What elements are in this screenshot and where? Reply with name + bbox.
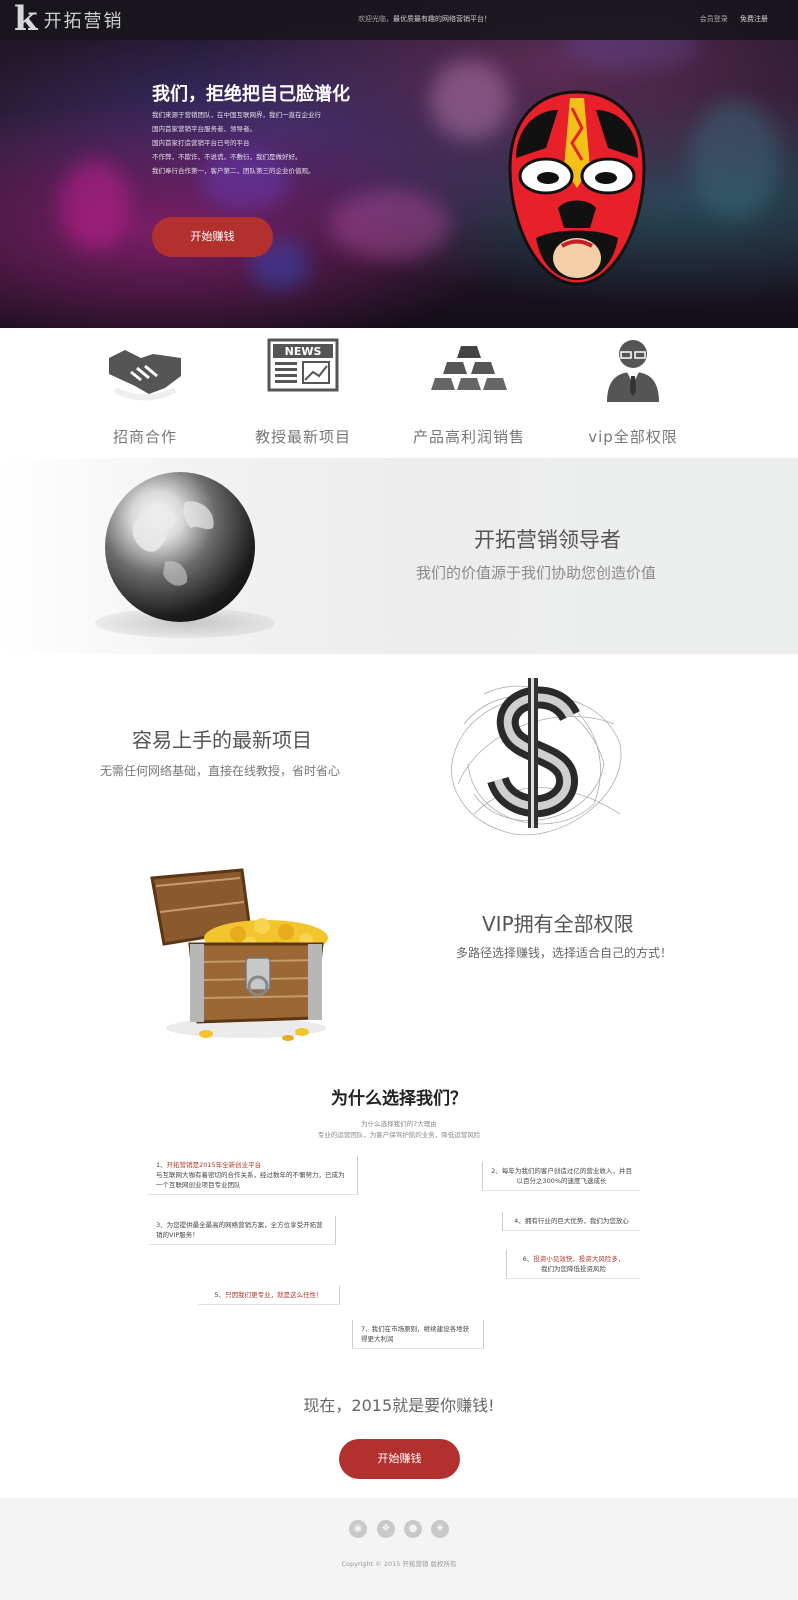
reason-number: 6、 xyxy=(522,1255,534,1263)
copyright-text: Copyright © 2015 开拓营销 版权所有 xyxy=(341,1560,457,1568)
welcome-prefix: 欢迎光临， xyxy=(358,15,393,23)
reason-item: 2、每年为我们的客户创造过亿的营业收入，并且以百分之300%的速度飞速成长 xyxy=(482,1162,640,1191)
register-link[interactable]: 免费注册 xyxy=(740,15,768,23)
reason-number: 1、 xyxy=(156,1161,167,1169)
reason-number: 7、 xyxy=(361,1325,372,1333)
treasure-chest-image xyxy=(150,868,328,1041)
welcome-message: 欢迎光临，最优质最有趣的网络营销平台！ xyxy=(358,14,491,24)
hero-line: 我们奉行合作第一，客户第二，团队第三的企业价值观。 xyxy=(152,167,315,175)
globe-image xyxy=(105,472,255,622)
reason-highlight: 投资小见效快，投资大风险多， xyxy=(533,1255,625,1263)
reason-item: 6、投资小见效快，投资大风险多， 我们为您降低投资风险 xyxy=(506,1250,640,1279)
reason-number: 2、 xyxy=(491,1167,502,1175)
easy-projects-subtitle: 无需任何网络基础，直接在线教授，省时省心 xyxy=(100,764,341,778)
feature-label: 产品高利润销售 xyxy=(412,428,525,446)
vip-subtitle: 多路径选择赚钱，选择适合自己的方式！ xyxy=(456,946,673,960)
reason-number: 3、 xyxy=(156,1221,167,1229)
reason-item: 3、为您提供最全最高的网络营销方案，全方位享受开拓营销的VIP服务！ xyxy=(148,1216,336,1245)
leader-subtitle: 我们的价值源于我们协助您创造价值 xyxy=(416,564,657,582)
leader-section: 开拓营销领导者 我们的价值源于我们协助您创造价值 xyxy=(0,458,798,654)
feature-label: 教授最新项目 xyxy=(254,428,351,446)
hero-line: 国内首家营销平台服务者、领导者。 xyxy=(152,125,256,133)
reason-item: 5、只因我们更专业，就是这么任性！ xyxy=(198,1286,340,1305)
start-earning-button[interactable]: 开始赚钱 xyxy=(152,217,273,257)
reason-number: 4、 xyxy=(514,1217,525,1225)
wechat-icon[interactable]: ❖ xyxy=(377,1520,395,1538)
feature-vip-access[interactable]: vip全部权限 xyxy=(568,336,698,447)
feature-label: 招商合作 xyxy=(112,428,177,446)
easy-projects-title: 容易上手的最新项目 xyxy=(132,728,312,752)
reason-text: 我们在市场原则，继续建设各地获得更大利润 xyxy=(361,1325,470,1343)
reason-item: 1、开拓营销是2015年全新创业平台 与互联网大咖有着密切的合作关系，经过数年的… xyxy=(148,1156,358,1195)
gold-bars-icon xyxy=(431,346,507,390)
feature-label: vip全部权限 xyxy=(588,428,678,446)
hero-description: 我们来源于营销团队，在中国互联网界，我们一直在企业行 国内首家营销平台服务者、领… xyxy=(152,108,321,178)
why-subtitle-detail: 专业的运营团队，为客户保驾护航的业务，降低运营风险 xyxy=(317,1131,481,1139)
leader-title: 开拓营销领导者 xyxy=(474,528,621,552)
news-icon: NEWS xyxy=(267,338,339,392)
page-footer: ◉ ❖ ● ★ Copyright © 2015 开拓营销 版权所有 xyxy=(0,1498,798,1600)
top-header: k 开拓营销 欢迎光临，最优质最有趣的网络营销平台！ 会员登录 免费注册 xyxy=(0,0,798,40)
welcome-text: 最优质最有趣的网络营销平台！ xyxy=(393,15,491,23)
why-choose-us-title: 为什么选择我们？ xyxy=(331,1089,467,1109)
vip-title: VIP拥有全部权限 xyxy=(482,912,634,936)
feature-latest-projects[interactable]: NEWS 教授最新项目 xyxy=(238,336,368,447)
login-link[interactable]: 会员登录 xyxy=(700,15,728,23)
star-icon[interactable]: ★ xyxy=(431,1520,449,1538)
feature-business-cooperation[interactable]: 招商合作 xyxy=(80,336,210,447)
businessman-icon xyxy=(607,340,659,402)
reason-number: 5、 xyxy=(214,1291,226,1299)
reason-highlight: 只因我们更专业，就是这么任性！ xyxy=(225,1291,323,1299)
reason-text: 拥有行业的巨大优势，我们为您放心 xyxy=(524,1217,629,1225)
dollar-sign-image xyxy=(451,678,622,836)
opera-mask-image xyxy=(508,90,646,286)
hero-line: 国内首家打造营销平台已号的平台 xyxy=(152,139,250,147)
weibo-icon[interactable]: ◉ xyxy=(349,1520,367,1538)
reason-text: 为您提供最全最高的网络营销方案，全方位享受开拓营销的VIP服务！ xyxy=(156,1221,323,1239)
feature-high-profit-sales[interactable]: 产品高利润销售 xyxy=(404,336,534,447)
start-earning-button-bottom[interactable]: 开始赚钱 xyxy=(339,1439,460,1479)
hero-title: 我们，拒绝把自己脸谱化 xyxy=(152,84,350,105)
reason-text: 与互联网大咖有着密切的合作关系，经过数年的不懈努力，已成为一个互联网创业项目专业… xyxy=(156,1171,345,1189)
reason-item: 4、拥有行业的巨大优势，我们为您放心 xyxy=(502,1212,640,1231)
logo-letter: k xyxy=(14,0,38,39)
cta-headline: 现在，2015就是要你赚钱! xyxy=(303,1396,495,1415)
hero-line: 不作弊，不欺诈，不说谎，不敷衍，我们是做好好。 xyxy=(152,153,302,161)
reason-highlight: 开拓营销是2015年全新创业平台 xyxy=(166,1161,262,1169)
reason-item: 7、我们在市场原则，继续建设各地获得更大利润 xyxy=(352,1320,484,1349)
reason-text: 每年为我们的客户创造过亿的营业收入，并且以百分之300%的速度飞速成长 xyxy=(501,1167,632,1185)
logo-text: 开拓营销 xyxy=(43,11,124,32)
hero-banner: 我们，拒绝把自己脸谱化 我们来源于营销团队，在中国互联网界，我们一直在企业行 国… xyxy=(0,0,798,328)
account-links: 会员登录 免费注册 xyxy=(690,14,768,24)
handshake-icon xyxy=(109,350,181,401)
feature-row: 招商合作 NEWS 教授最新项目 产品高利润销售 vip全部权限 xyxy=(0,328,798,458)
why-subtitle: 为什么选择我们的7大理由 xyxy=(361,1120,437,1128)
reason-text: 我们为您降低投资风险 xyxy=(541,1265,606,1273)
news-icon-text: NEWS xyxy=(285,345,322,358)
qq-icon[interactable]: ● xyxy=(404,1520,422,1538)
site-logo[interactable]: k 开拓营销 xyxy=(14,0,124,39)
hero-line: 我们来源于营销团队，在中国互联网界，我们一直在企业行 xyxy=(152,111,321,119)
